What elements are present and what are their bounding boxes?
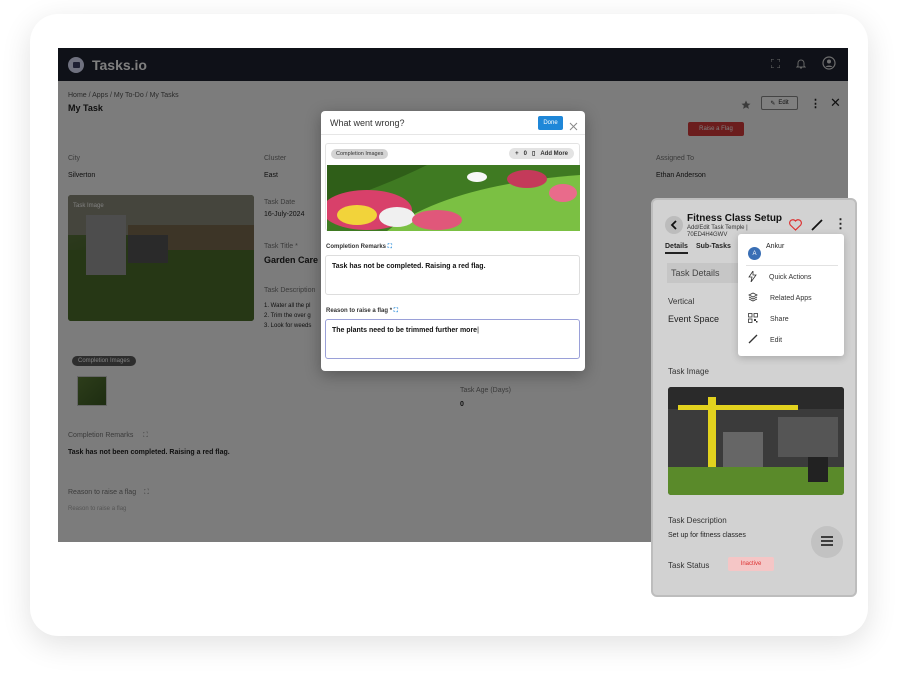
menu-item-label: Edit: [770, 336, 783, 344]
reason-text: The plants need to be trimmed further mo…: [332, 327, 478, 334]
done-button[interactable]: Done: [538, 116, 563, 130]
plus-icon: +: [515, 150, 519, 157]
close-icon[interactable]: [569, 118, 578, 136]
more-vertical-icon[interactable]: ⋮: [834, 216, 847, 232]
attachment-icon: ▯: [532, 151, 536, 157]
menu-user: A Ankur: [748, 241, 784, 260]
layers-icon: [748, 292, 758, 304]
menu-fab[interactable]: [811, 526, 843, 558]
completion-images-pill: Completion Images: [331, 149, 389, 159]
avatar: A: [748, 247, 761, 260]
what-went-wrong-modal: What went wrong? Done Completion Images …: [321, 111, 585, 371]
menu-item-label: Quick Actions: [769, 274, 812, 281]
qr-code-icon: [748, 313, 758, 325]
expand-icon[interactable]: ⛶: [388, 244, 392, 250]
menu-item-share[interactable]: Share: [748, 313, 789, 325]
modal-reason-label: Reason to raise a flag * ⛶: [326, 308, 398, 314]
gym-image[interactable]: [668, 387, 844, 495]
menu-user-name: Ankur: [766, 243, 785, 250]
task-status-label: Task Status: [668, 561, 710, 570]
completion-image[interactable]: [327, 165, 580, 231]
menu-item-edit[interactable]: Edit: [748, 334, 782, 346]
bolt-icon: [748, 269, 757, 284]
expand-icon[interactable]: ⛶: [394, 308, 398, 314]
completion-images-box: Completion Images + 0 ▯ Add More: [325, 143, 580, 231]
modal-title: What went wrong?: [330, 117, 405, 128]
mobile-subtitle-line: Add/Edit Task Temple |: [687, 225, 748, 231]
task-image-label: Task Image: [668, 367, 709, 376]
divider: [746, 265, 838, 266]
reason-textarea[interactable]: The plants need to be trimmed further mo…: [325, 319, 580, 359]
menu-item-related-apps[interactable]: Related Apps: [748, 292, 812, 304]
hamburger-icon: [821, 533, 833, 551]
menu-item-label: Related Apps: [770, 294, 812, 302]
add-more-label: Add More: [540, 150, 568, 157]
vertical-value: Event Space: [668, 314, 720, 324]
tab-sub-tasks[interactable]: Sub-Tasks: [696, 243, 731, 254]
mobile-tabs: Details Sub-Tasks: [665, 243, 731, 254]
menu-item-label: Share: [770, 315, 789, 323]
task-description-value: Set up for fitness classes: [668, 532, 746, 539]
image-count: 0: [523, 150, 528, 157]
context-menu: A Ankur Quick Actions Related Apps Share…: [738, 234, 844, 356]
completion-remarks-textarea[interactable]: Task has not be completed. Raising a red…: [325, 255, 580, 295]
add-more-control[interactable]: + 0 ▯ Add More: [509, 148, 574, 159]
tab-details[interactable]: Details: [665, 243, 688, 254]
modal-remarks-label: Completion Remarks ⛶: [326, 244, 392, 250]
vertical-label: Vertical: [668, 297, 695, 306]
back-arrow-icon[interactable]: [665, 216, 683, 234]
mobile-title: Fitness Class Setup: [687, 213, 783, 224]
task-details-section: Task Details: [667, 263, 747, 283]
status-badge: Inactive: [728, 557, 774, 571]
menu-item-quick-actions[interactable]: Quick Actions: [748, 269, 812, 284]
pencil-icon: [748, 334, 758, 346]
task-description-label: Task Description: [668, 516, 727, 525]
